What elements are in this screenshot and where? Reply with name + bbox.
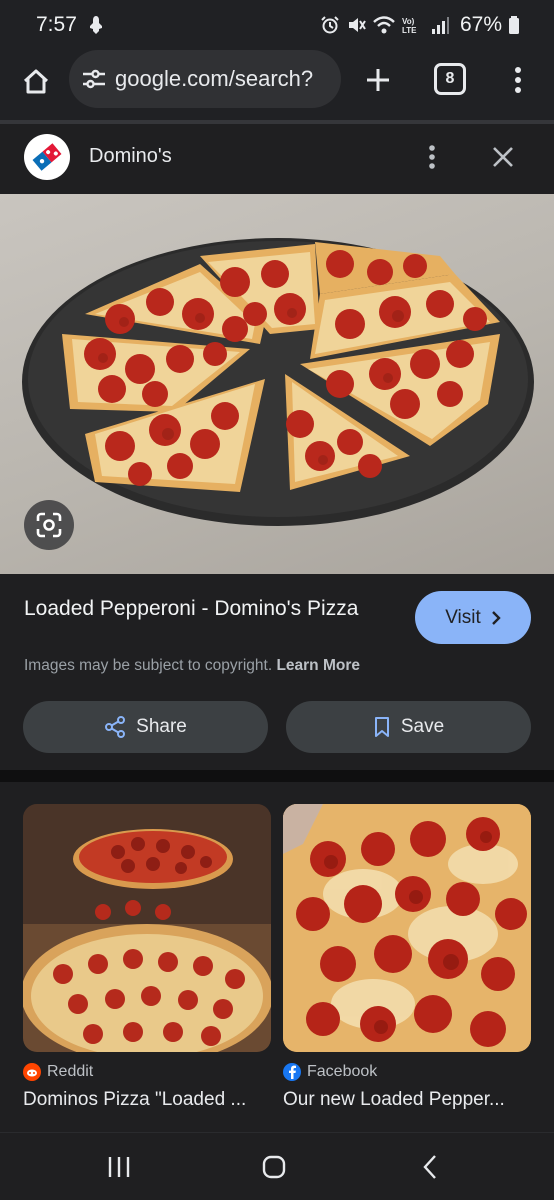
home-icon xyxy=(23,69,49,94)
tab-count: 8 xyxy=(445,70,455,87)
volte-icon: Vo) LTE xyxy=(402,17,417,35)
more-vert-icon xyxy=(515,67,521,93)
status-bar: 7:57 Vo) LTE 67% xyxy=(0,0,554,50)
svg-text:LTE: LTE xyxy=(402,26,417,35)
status-icons: Vo) LTE 67% xyxy=(320,12,520,38)
dominos-logo-icon xyxy=(32,143,62,171)
nav-home-icon xyxy=(262,1155,286,1179)
recents-icon xyxy=(108,1157,130,1177)
bookmark-icon xyxy=(374,717,389,737)
related-source-name: Reddit xyxy=(47,1063,94,1080)
mute-icon xyxy=(348,18,366,32)
lens-icon xyxy=(36,512,62,538)
close-button[interactable] xyxy=(486,140,520,174)
result-info: Loaded Pepperoni - Domino's Pizza Visit … xyxy=(0,574,554,770)
related-source: Facebook xyxy=(283,1063,531,1081)
alarm-icon xyxy=(321,16,339,34)
related-card[interactable]: Reddit Dominos Pizza "Loaded ... xyxy=(23,804,271,1111)
wifi-icon xyxy=(373,16,395,34)
share-icon xyxy=(105,716,126,738)
plus-icon xyxy=(367,69,389,91)
home-button[interactable] xyxy=(16,62,56,102)
facebook-pizza-image xyxy=(283,804,531,1052)
new-tab-button[interactable] xyxy=(358,60,398,100)
related-source-name: Facebook xyxy=(307,1063,378,1080)
related-images: Reddit Dominos Pizza "Loaded ... Faceboo… xyxy=(0,782,554,1132)
facebook-icon xyxy=(283,1063,301,1081)
url-text: google.com/search? xyxy=(115,66,314,91)
site-settings-icon[interactable] xyxy=(81,66,107,92)
related-thumbnail[interactable] xyxy=(23,804,271,1052)
battery-icon xyxy=(509,16,519,34)
dominos-logo xyxy=(24,134,70,180)
battery-percent: 67% xyxy=(459,13,502,36)
more-vert-icon xyxy=(429,145,435,169)
more-options-button[interactable] xyxy=(420,140,444,174)
back-icon xyxy=(423,1155,436,1179)
related-thumbnail[interactable] xyxy=(283,804,531,1052)
app-notification-icon xyxy=(90,16,102,34)
section-separator xyxy=(0,770,554,782)
share-label: Share xyxy=(136,716,187,737)
learn-more-link[interactable]: Learn More xyxy=(276,657,360,674)
reddit-icon xyxy=(23,1063,41,1081)
reddit-pizza-image xyxy=(23,804,271,1052)
address-bar[interactable]: google.com/search? xyxy=(69,50,341,108)
status-time: 7:57 xyxy=(36,13,77,36)
save-label: Save xyxy=(400,716,445,737)
visit-button[interactable]: Visit xyxy=(415,591,531,644)
back-button[interactable] xyxy=(410,1151,450,1183)
svg-text:Vo): Vo) xyxy=(402,17,415,26)
pepperoni-pizza-image xyxy=(22,238,534,526)
signal-icon xyxy=(431,17,449,34)
related-caption[interactable]: Dominos Pizza "Loaded ... xyxy=(23,1089,263,1111)
browser-menu-button[interactable] xyxy=(503,60,533,100)
related-source: Reddit xyxy=(23,1063,271,1081)
copyright-notice: Images may be subject to copyright. Lear… xyxy=(24,657,360,675)
copyright-text: Images may be subject to copyright. xyxy=(24,657,273,674)
system-navigation-bar xyxy=(0,1132,554,1200)
save-button[interactable]: Save xyxy=(286,701,531,753)
recents-button[interactable] xyxy=(99,1151,139,1183)
nav-home-button[interactable] xyxy=(254,1151,294,1183)
result-title[interactable]: Loaded Pepperoni - Domino's Pizza xyxy=(24,594,384,623)
share-button[interactable]: Share xyxy=(23,701,268,753)
close-icon xyxy=(493,147,513,167)
tab-switcher-button[interactable]: 8 xyxy=(434,63,466,95)
browser-toolbar: google.com/search? 8 xyxy=(0,50,554,120)
main-image[interactable] xyxy=(0,194,554,574)
related-card[interactable]: Facebook Our new Loaded Pepper... xyxy=(283,804,531,1111)
image-viewer-header: Domino's xyxy=(0,124,554,194)
chevron-right-icon xyxy=(491,610,501,625)
lens-search-button[interactable] xyxy=(24,500,74,550)
related-caption[interactable]: Our new Loaded Pepper... xyxy=(283,1089,523,1111)
site-name: Domino's xyxy=(89,145,172,167)
visit-label: Visit xyxy=(445,606,481,628)
